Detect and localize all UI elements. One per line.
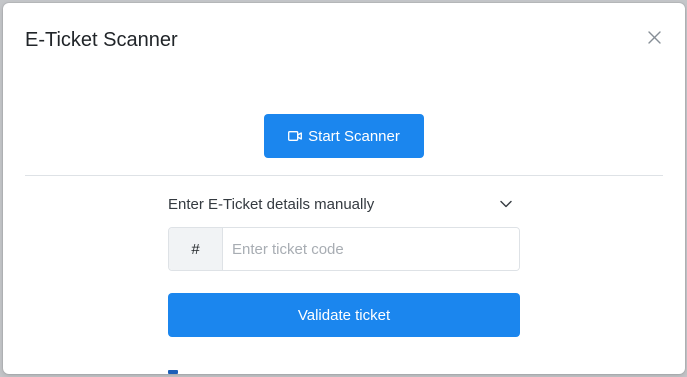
eticket-scanner-modal: E-Ticket Scanner Start Scanner Enter E-T… — [3, 3, 685, 374]
close-icon — [647, 30, 661, 44]
start-scanner-button[interactable]: Start Scanner — [264, 114, 424, 158]
start-scanner-label: Start Scanner — [308, 127, 400, 145]
close-button[interactable] — [644, 27, 664, 47]
ticket-code-group: # — [168, 227, 520, 271]
checkbox-edge — [168, 370, 178, 374]
manual-entry-label: Enter E-Ticket details manually — [168, 195, 375, 213]
hash-addon: # — [169, 228, 223, 270]
modal-title: E-Ticket Scanner — [25, 29, 178, 51]
chevron-down-icon — [499, 197, 513, 211]
validate-ticket-button[interactable]: Validate ticket — [168, 293, 520, 337]
ticket-code-input[interactable] — [223, 228, 519, 270]
section-divider — [25, 175, 663, 176]
video-camera-icon — [288, 130, 303, 142]
manual-entry-toggle[interactable]: Enter E-Ticket details manually — [168, 193, 520, 215]
